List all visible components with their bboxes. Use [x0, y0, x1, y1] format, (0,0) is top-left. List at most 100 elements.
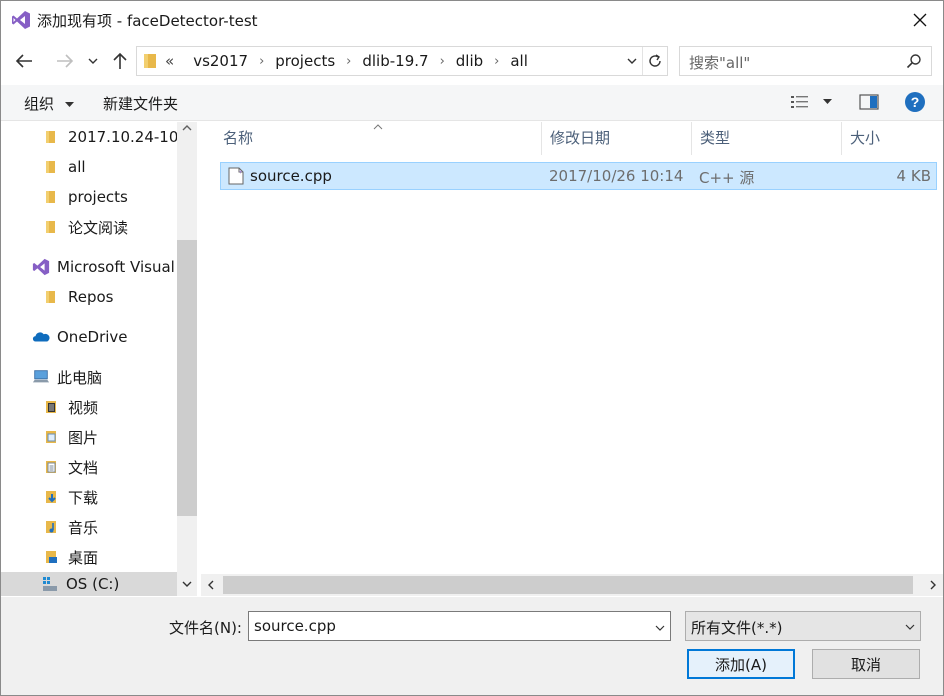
nav-item-microsoft-visual[interactable]: Microsoft Visual: [32, 252, 175, 282]
nav-item-videos[interactable]: 视频: [43, 392, 98, 422]
nav-item-label: 2017.10.24-10.: [68, 128, 184, 146]
dialog-footer: 文件名(N): source.cpp 所有文件(*.*) 添加(A) 取消: [1, 597, 943, 695]
nav-item-2017-10-24[interactable]: 2017.10.24-10.: [43, 122, 183, 152]
file-type-select[interactable]: 所有文件(*.*): [685, 611, 921, 641]
breadcrumb-separator-icon[interactable]: ›: [346, 54, 351, 69]
breadcrumb-dlib-19-7[interactable]: dlib-19.7: [362, 52, 428, 70]
nav-item-documents[interactable]: 文档: [43, 452, 98, 482]
breadcrumb-separator-icon[interactable]: ›: [440, 54, 445, 69]
command-bar: 组织 新建文件夹 ?: [1, 85, 943, 121]
recent-locations-button[interactable]: [81, 47, 105, 75]
nav-item-desktop[interactable]: 桌面: [43, 542, 98, 572]
file-row[interactable]: + source.cpp 2017/10/26 10:14 C++ 源 4 KB: [220, 162, 937, 190]
file-list-horizontal-scrollbar[interactable]: [201, 574, 943, 596]
scroll-up-icon[interactable]: [182, 124, 192, 132]
up-button[interactable]: [106, 47, 134, 75]
scrollbar-thumb[interactable]: [177, 240, 197, 516]
file-modified: 2017/10/26 10:14: [549, 167, 684, 185]
nav-item-all[interactable]: all: [43, 152, 86, 182]
nav-item-label: 文档: [68, 458, 99, 477]
breadcrumb-separator-icon[interactable]: ›: [259, 54, 264, 69]
nav-item-label: OS (C:): [66, 575, 120, 593]
filename-field[interactable]: source.cpp: [248, 611, 671, 641]
search-input[interactable]: 搜索"all": [689, 52, 750, 73]
music-folder-icon: [46, 521, 56, 533]
cpp-file-icon: +: [228, 167, 244, 185]
file-type: C++ 源: [699, 169, 755, 187]
nav-item-label: projects: [68, 188, 128, 206]
column-header-name[interactable]: 名称: [215, 122, 542, 155]
scrollbar-thumb[interactable]: [223, 576, 913, 594]
organize-button[interactable]: 组织: [24, 93, 74, 114]
new-folder-button[interactable]: 新建文件夹: [103, 93, 178, 114]
add-button[interactable]: 添加(A): [687, 649, 795, 679]
folder-icon: [46, 291, 55, 303]
folder-icon: [46, 161, 55, 173]
chevron-down-icon: [88, 58, 98, 64]
breadcrumb-vs2017[interactable]: vs2017: [193, 52, 248, 70]
nav-item-label: 论文阅读: [68, 218, 129, 237]
desktop-folder-icon: [46, 551, 57, 563]
pictures-folder-icon: [46, 431, 56, 443]
nav-item-label: 此电脑: [57, 368, 103, 387]
folder-icon: [46, 131, 55, 143]
column-header-size[interactable]: 大小: [842, 122, 943, 155]
arrow-right-icon: [57, 54, 74, 68]
visual-studio-icon: [32, 258, 50, 276]
preview-pane-button[interactable]: [859, 94, 879, 112]
help-button[interactable]: ?: [904, 91, 926, 113]
computer-icon: [32, 370, 50, 383]
breadcrumb-all[interactable]: all: [510, 52, 528, 70]
preview-pane-icon: [859, 94, 879, 110]
navigation-scrollbar[interactable]: [177, 122, 197, 596]
nav-item-label: all: [68, 158, 86, 176]
nav-item-os-c[interactable]: OS (C:): [1, 572, 177, 596]
add-existing-item-dialog: 添加现有项 - faceDetector-test « vs2017 › pro…: [0, 0, 944, 696]
nav-item-downloads[interactable]: 下载: [43, 482, 98, 512]
cancel-button[interactable]: 取消: [812, 649, 920, 679]
breadcrumb-projects[interactable]: projects: [275, 52, 335, 70]
nav-item-label: 音乐: [68, 518, 99, 537]
close-button[interactable]: [905, 7, 935, 33]
file-type-value: 所有文件(*.*): [691, 619, 783, 637]
refresh-button[interactable]: [642, 47, 667, 75]
folder-icon: [46, 191, 55, 203]
nav-item-music[interactable]: 音乐: [43, 512, 98, 542]
nav-item-pictures[interactable]: 图片: [43, 422, 98, 452]
nav-item-this-pc[interactable]: 此电脑: [32, 362, 102, 392]
back-button[interactable]: [10, 47, 38, 75]
address-history-button[interactable]: [623, 51, 641, 71]
details-view-icon: [791, 96, 808, 108]
breadcrumb-separator-icon[interactable]: ›: [494, 54, 499, 69]
file-name: source.cpp: [250, 167, 332, 185]
search-box[interactable]: 搜索"all": [679, 46, 932, 76]
folder-icon: [46, 221, 55, 233]
column-header-modified[interactable]: 修改日期: [542, 122, 692, 155]
caret-down-icon: [64, 101, 74, 107]
view-options-button[interactable]: [790, 94, 836, 112]
nav-item-projects[interactable]: projects: [43, 182, 128, 212]
nav-item-label: 图片: [68, 428, 99, 447]
breadcrumb-overflow[interactable]: «: [165, 52, 174, 70]
scroll-right-icon[interactable]: [929, 580, 937, 590]
breadcrumb-dlib[interactable]: dlib: [456, 52, 483, 70]
nav-item-papers[interactable]: 论文阅读: [43, 212, 128, 242]
svg-text:?: ?: [911, 94, 920, 110]
scroll-down-icon[interactable]: [182, 580, 192, 588]
chevron-down-icon: [905, 624, 915, 630]
nav-item-label: OneDrive: [57, 328, 128, 346]
chevron-down-icon[interactable]: [654, 622, 666, 634]
downloads-folder-icon: [46, 491, 56, 503]
nav-item-label: 桌面: [68, 548, 99, 567]
nav-item-repos[interactable]: Repos: [43, 282, 114, 312]
nav-item-onedrive[interactable]: OneDrive: [32, 322, 128, 352]
help-icon: ?: [905, 92, 925, 112]
navigation-pane: 2017.10.24-10. all projects 论文阅读 Microso…: [1, 122, 197, 596]
column-header-type[interactable]: 类型: [692, 122, 842, 155]
scroll-left-icon[interactable]: [207, 580, 215, 590]
file-list: 名称 修改日期 类型 大小 + source.cpp 2017/10/26 10…: [197, 122, 943, 596]
search-icon[interactable]: [906, 53, 922, 69]
chevron-down-icon: [627, 58, 637, 64]
address-bar[interactable]: « vs2017 › projects › dlib-19.7 › dlib ›…: [136, 46, 668, 76]
forward-button[interactable]: [51, 47, 79, 75]
